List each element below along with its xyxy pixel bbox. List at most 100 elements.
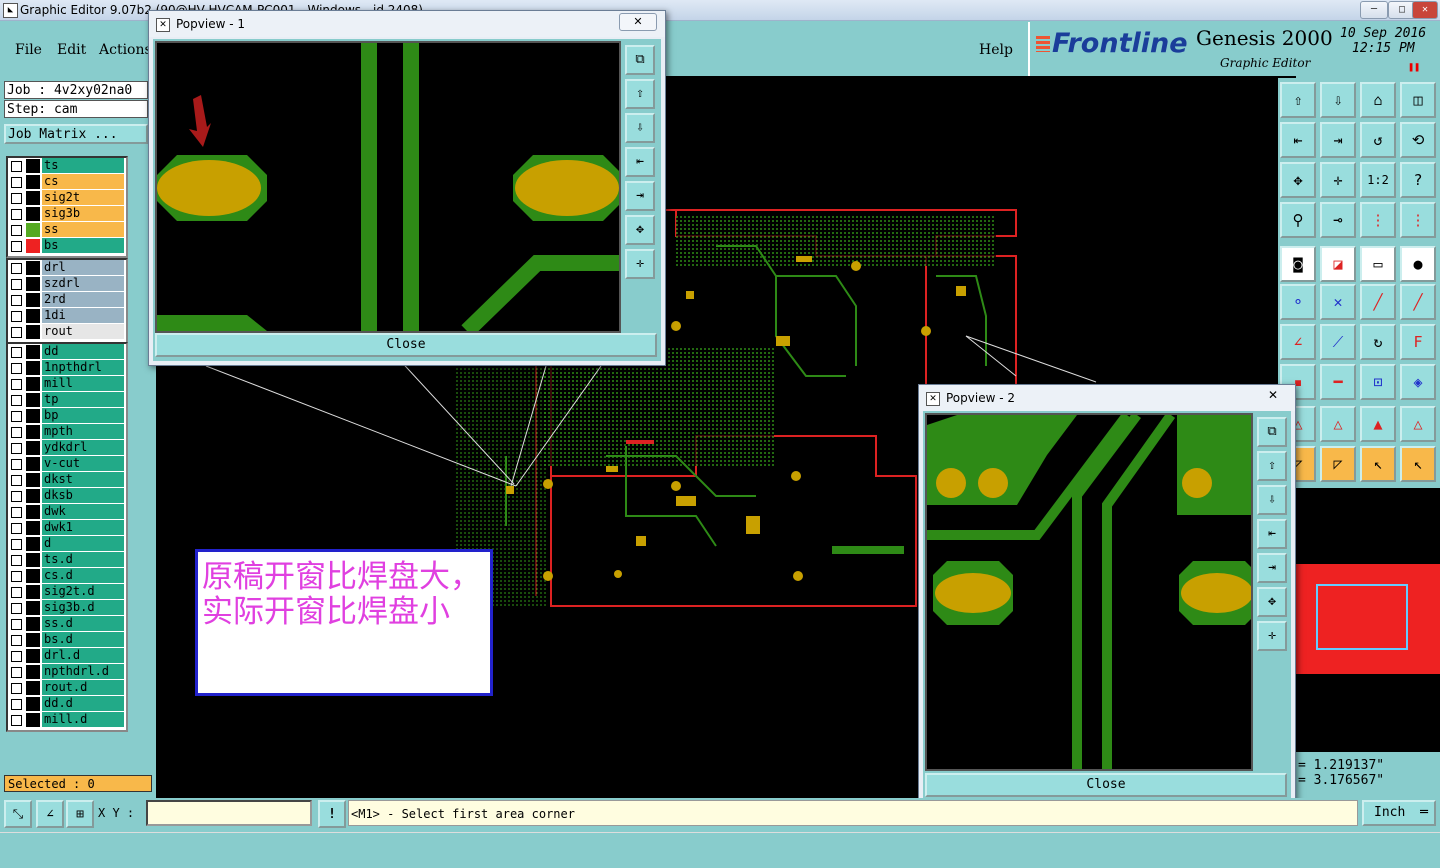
layer-row[interactable]: 2rd [8, 292, 126, 308]
layer-row[interactable]: npthdrl.d [8, 664, 126, 680]
layer-color-swatch[interactable] [26, 713, 40, 727]
job-matrix-button[interactable]: Job Matrix ... [4, 124, 148, 144]
layer-row[interactable]: ts [8, 158, 126, 174]
dot-icon[interactable]: ● [1400, 246, 1436, 282]
snap-mode-icon[interactable]: ⤡ [4, 800, 32, 828]
layer-row[interactable]: mill [8, 376, 126, 392]
select-c-icon[interactable]: ↖ [1360, 446, 1396, 482]
fit-icon[interactable]: ✥ [1280, 162, 1316, 198]
layer-row[interactable]: dd [8, 344, 126, 360]
layer-row[interactable]: 1di [8, 308, 126, 324]
popview-1-window[interactable]: ✕ Popview - 1 ✕ ⧉ ⇧ ⇩ ⇤ ⇥ ✥ ✛ Close [148, 10, 666, 366]
layer-checkbox[interactable] [11, 295, 22, 306]
pad-select-icon[interactable]: ◙ [1280, 246, 1316, 282]
text-icon[interactable]: F [1400, 324, 1436, 360]
layer-row[interactable]: dwk1 [8, 520, 126, 536]
scale-1to2-icon[interactable]: 1:2 [1360, 162, 1396, 198]
popview-2-close-button[interactable]: Close [925, 773, 1287, 797]
pv2-down-icon[interactable]: ⇩ [1257, 485, 1287, 515]
layer-color-swatch[interactable] [26, 457, 40, 471]
angle-mode-icon[interactable]: ∠ [36, 800, 64, 828]
menu-actions[interactable]: Actions [99, 42, 152, 58]
layer-checkbox[interactable] [11, 311, 22, 322]
menu-file[interactable]: File [15, 42, 42, 58]
layer-row[interactable]: drl [8, 260, 126, 276]
layer-color-swatch[interactable] [26, 325, 40, 339]
close-button[interactable]: ✕ [1412, 1, 1438, 19]
layer-checkbox[interactable] [11, 603, 22, 614]
popview-1-viewport[interactable] [155, 41, 621, 333]
layer-checkbox[interactable] [11, 491, 22, 502]
ruler-icon[interactable]: ▭ [1360, 246, 1396, 282]
layer-color-swatch[interactable] [26, 681, 40, 695]
layer-checkbox[interactable] [11, 193, 22, 204]
layer-row[interactable]: v-cut [8, 456, 126, 472]
layer-checkbox[interactable] [11, 699, 22, 710]
zoom-up-icon[interactable]: ⇧ [1280, 82, 1316, 118]
popview-2-titlebar[interactable]: ✕ Popview - 2 ✕ [919, 385, 1295, 411]
alert-icon[interactable]: ! [318, 800, 346, 828]
layer-checkbox[interactable] [11, 459, 22, 470]
pv2-fit-icon[interactable]: ✥ [1257, 587, 1287, 617]
layer-row[interactable]: dd.d [8, 696, 126, 712]
popview-1-close-icon[interactable]: ✕ [619, 13, 657, 31]
select-b-icon[interactable]: ◸ [1320, 446, 1356, 482]
layer-color-swatch[interactable] [26, 239, 40, 253]
split-view-icon[interactable]: ◫ [1400, 82, 1436, 118]
layer-color-swatch[interactable] [26, 409, 40, 423]
layer-color-swatch[interactable] [26, 601, 40, 615]
layer-color-swatch[interactable] [26, 697, 40, 711]
popview-1-titlebar[interactable]: ✕ Popview - 1 ✕ [149, 11, 665, 37]
mirror-icon[interactable]: ⟲ [1400, 122, 1436, 158]
layer-row[interactable]: ydkdrl [8, 440, 126, 456]
layer-row[interactable]: d [8, 536, 126, 552]
layer-row[interactable]: dkst [8, 472, 126, 488]
pv1-left-icon[interactable]: ⇤ [625, 147, 655, 177]
popview-1-close-button[interactable]: Close [155, 333, 657, 357]
units-selector[interactable]: Inch ═ [1362, 800, 1436, 826]
center-icon[interactable]: ✛ [1320, 162, 1356, 198]
pv1-full-icon[interactable]: ⧉ [625, 45, 655, 75]
layer-checkbox[interactable] [11, 555, 22, 566]
layer-checkbox[interactable] [11, 475, 22, 486]
dash-icon[interactable]: ━ [1320, 364, 1356, 400]
snap-icon[interactable]: ⊸ [1320, 202, 1356, 238]
popview-2-close-icon[interactable]: ✕ [1259, 387, 1287, 403]
layer-color-swatch[interactable] [26, 473, 40, 487]
layer-checkbox[interactable] [11, 651, 22, 662]
layer-checkbox[interactable] [11, 379, 22, 390]
menu-help[interactable]: Help [979, 42, 1013, 58]
layer-checkbox[interactable] [11, 619, 22, 630]
layer-color-swatch[interactable] [26, 309, 40, 323]
layer-row[interactable]: bp [8, 408, 126, 424]
layer-row[interactable]: tp [8, 392, 126, 408]
layer-color-swatch[interactable] [26, 345, 40, 359]
layer-checkbox[interactable] [11, 571, 22, 582]
layer-color-swatch[interactable] [26, 665, 40, 679]
layer-checkbox[interactable] [11, 327, 22, 338]
layer-row[interactable]: cs.d [8, 568, 126, 584]
layer-color-swatch[interactable] [26, 377, 40, 391]
layer-row[interactable]: bs.d [8, 632, 126, 648]
layer-row[interactable]: dwk [8, 504, 126, 520]
layer-row[interactable]: rout [8, 324, 126, 340]
layer-row[interactable]: ts.d [8, 552, 126, 568]
layer-color-swatch[interactable] [26, 293, 40, 307]
group-icon[interactable]: ◈ [1400, 364, 1436, 400]
pv2-center-icon[interactable]: ✛ [1257, 621, 1287, 651]
layer-checkbox[interactable] [11, 443, 22, 454]
xy-input[interactable] [146, 800, 312, 826]
layer-row[interactable]: sig2t [8, 190, 126, 206]
layer-color-swatch[interactable] [26, 223, 40, 237]
layer-row[interactable]: mill.d [8, 712, 126, 728]
cross-icon[interactable]: ✕ [1320, 284, 1356, 320]
shape-d-icon[interactable]: △ [1400, 406, 1436, 442]
layer-row[interactable]: drl.d [8, 648, 126, 664]
connect-icon[interactable]: ⚬ [1280, 284, 1316, 320]
angle-icon[interactable]: ∠ [1280, 324, 1316, 360]
select-d-icon[interactable]: ↖ [1400, 446, 1436, 482]
arc-icon[interactable]: ↻ [1360, 324, 1396, 360]
shape-c-icon[interactable]: ▲ [1360, 406, 1396, 442]
layer-color-swatch[interactable] [26, 393, 40, 407]
pv1-down-icon[interactable]: ⇩ [625, 113, 655, 143]
